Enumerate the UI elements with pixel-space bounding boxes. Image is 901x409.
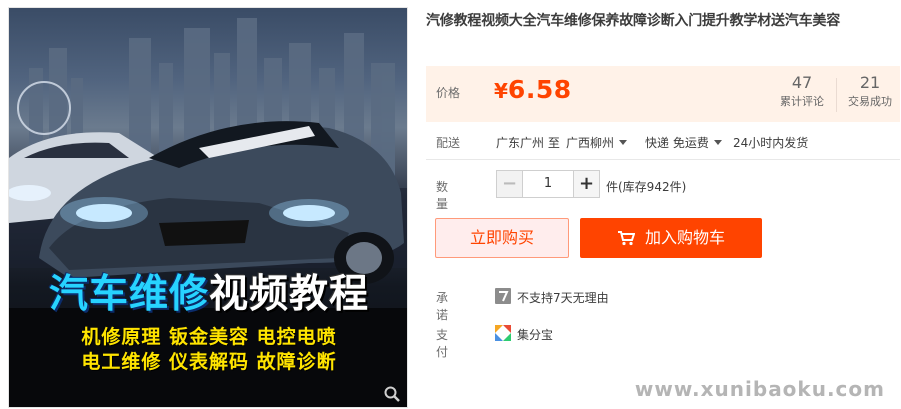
banner-title-part2: 视频教程 [209, 272, 370, 317]
reviews-label: 累计评论 [780, 95, 824, 108]
reviews-count: 47 [791, 73, 813, 92]
chevron-down-icon [713, 140, 722, 145]
ship-method-value: 快递 免运费 [645, 136, 709, 150]
magnifier-icon[interactable] [383, 385, 401, 403]
payment-label: 支付 [436, 328, 449, 359]
shipping-label: 配送 [436, 136, 461, 150]
quantity-increase-button[interactable]: + [573, 171, 599, 197]
price-amount: 6.58 [507, 75, 572, 104]
chevron-down-icon [619, 140, 628, 145]
banner-title: 汽车维修视频教程 [21, 271, 397, 319]
cart-icon [617, 231, 635, 246]
stock-text: 件(库存942件) [606, 180, 687, 194]
quantity-label: 数量 [436, 180, 449, 211]
price-value: ¥6.58 [494, 75, 572, 104]
site-watermark: www.xunibaoku.com [634, 377, 885, 401]
price-panel: 价格 ¥6.58 47 累计评论 21 交易成功 [426, 66, 900, 122]
stat-divider [836, 78, 837, 112]
add-to-cart-button[interactable]: 加入购物车 [580, 218, 762, 258]
deals-label: 交易成功 [848, 95, 892, 108]
add-to-cart-label: 加入购物车 [644, 228, 725, 247]
quantity-stepper: − 1 + [496, 170, 600, 198]
buy-now-button[interactable]: 立即购买 [435, 218, 569, 258]
product-image[interactable]: 汽车维修视频教程 机修原理 钣金美容 电控电喷 电工维修 仪表解码 故障诊断 [8, 7, 408, 408]
quantity-decrease-button[interactable]: − [497, 171, 523, 197]
banner-features-line2: 电工维修 仪表解码 故障诊断 [81, 351, 337, 373]
reviews-stat[interactable]: 47 累计评论 [770, 73, 834, 111]
ship-to-value: 广西柳州 [566, 136, 615, 150]
ship-to-select[interactable]: 广西柳州 [566, 134, 628, 151]
deals-count: 21 [859, 73, 881, 92]
promise-label: 承诺 [436, 291, 449, 322]
ship-method-select[interactable]: 快递 免运费 [645, 134, 722, 151]
payment-text[interactable]: 集分宝 [517, 326, 553, 343]
quantity-input[interactable]: 1 [524, 171, 572, 197]
currency-symbol: ¥ [494, 79, 508, 103]
banner-title-part1: 汽车维修 [48, 272, 209, 317]
jifenbao-icon [495, 325, 511, 341]
ship-from: 广东广州 至 [496, 136, 560, 150]
ship-dispatch: 24小时内发货 [733, 136, 809, 150]
promise-text[interactable]: 不支持7天无理由 [517, 289, 609, 306]
banner-features-line1: 机修原理 钣金美容 电控电喷 [81, 326, 337, 348]
price-label: 价格 [436, 86, 461, 100]
seven-day-return-icon [495, 288, 511, 304]
product-title: 汽修教程视频大全汽车维修保养故障诊断入门提升教学材送汽车美容 [426, 13, 840, 29]
shipping-row: 配送 广东广州 至 广西柳州 快递 免运费 24小时内发货 [426, 132, 900, 160]
deals-stat: 21 交易成功 [838, 73, 901, 111]
